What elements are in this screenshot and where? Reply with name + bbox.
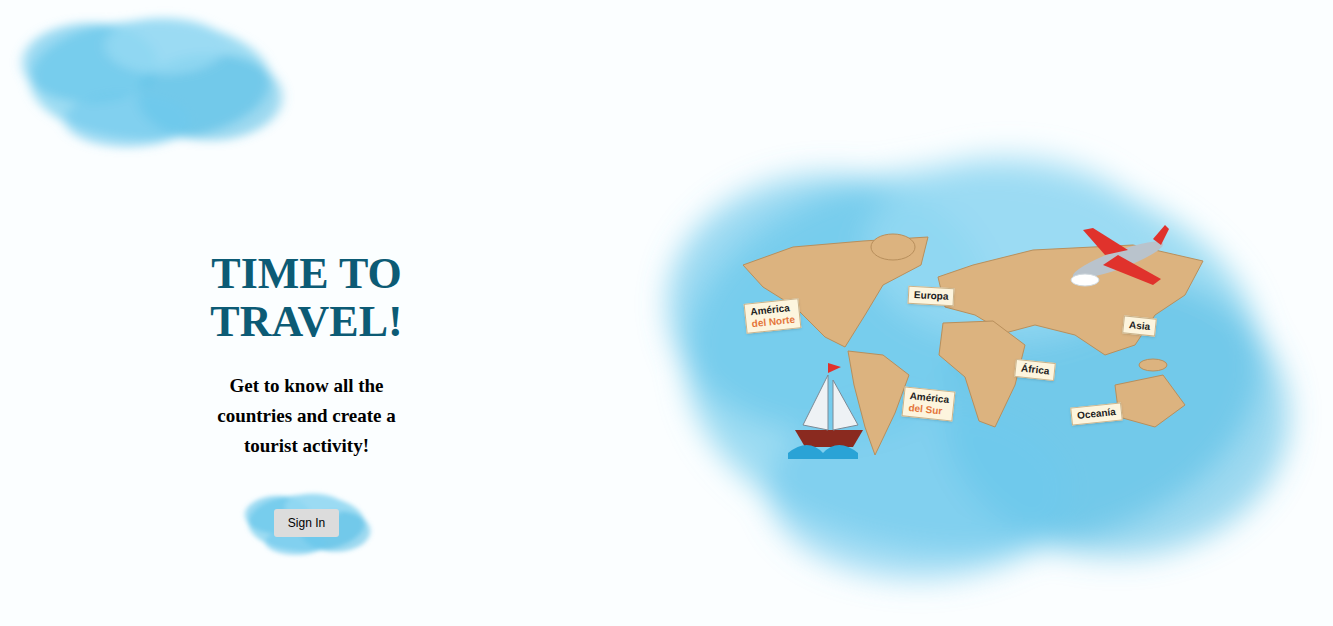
world-map-icon	[733, 225, 1213, 465]
continent-label: Europa	[908, 286, 955, 306]
continent-label-line: África	[1020, 363, 1049, 378]
map-cloud: Américadel Norte Europa Asia África Américad…	[613, 100, 1333, 620]
continent-label-line: Oceanía	[1076, 406, 1116, 422]
ship-icon	[788, 363, 863, 459]
watercolor-cloud-icon	[0, 0, 300, 160]
world-map: Américadel Norte Europa Asia África Américad…	[733, 225, 1213, 465]
continent-label-line: Asia	[1128, 319, 1150, 333]
continent-label: Asia	[1122, 315, 1157, 336]
map-section: Américadel Norte Europa Asia África Américad…	[613, 0, 1333, 626]
hero-subtitle: Get to know all the countries and create…	[197, 371, 417, 461]
continent-label: Américadel Sur	[902, 386, 956, 421]
hero-title: TIME TO TRAVEL!	[167, 250, 447, 347]
continent-label: Américadel Norte	[744, 298, 802, 334]
hero-section: TIME TO TRAVEL! Get to know all the count…	[0, 0, 613, 626]
continent-label-line: Europa	[914, 289, 949, 303]
airplane-icon	[1070, 225, 1169, 286]
sign-in-button[interactable]: Sign In	[274, 509, 339, 537]
continent-label: África	[1014, 359, 1056, 381]
landing-page: TIME TO TRAVEL! Get to know all the count…	[0, 0, 1333, 626]
button-cloud: Sign In	[234, 485, 379, 561]
continent-label: Oceanía	[1070, 402, 1123, 425]
